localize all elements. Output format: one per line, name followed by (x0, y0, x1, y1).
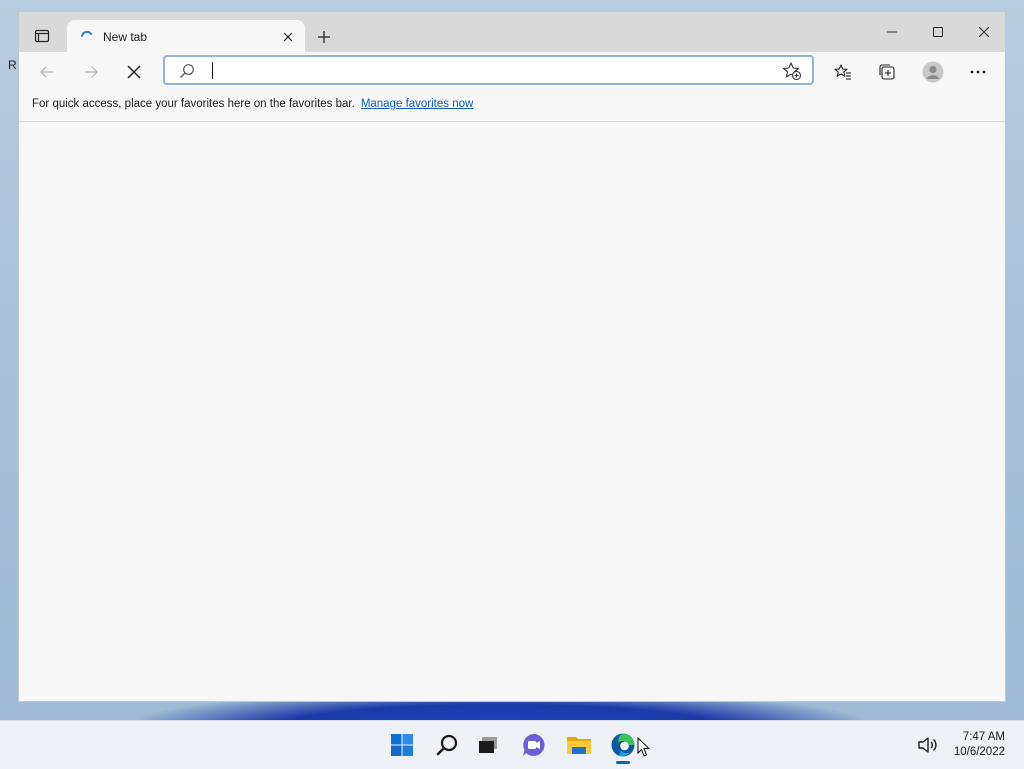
maximize-button[interactable] (915, 12, 961, 52)
address-input[interactable] (209, 60, 769, 80)
edge-icon (611, 733, 635, 757)
mouse-pointer-icon (637, 737, 651, 757)
profile-button[interactable] (917, 56, 949, 88)
plus-icon (318, 31, 330, 43)
forward-button[interactable] (75, 56, 107, 88)
close-icon (979, 27, 989, 37)
favorites-bar: For quick access, place your favorites h… (19, 90, 1005, 122)
title-bar: New tab (19, 12, 1005, 53)
search-icon (180, 64, 194, 78)
forward-icon (85, 66, 98, 78)
manage-favorites-link[interactable]: Manage favorites now (361, 98, 474, 110)
collections-icon (879, 64, 895, 80)
loading-spinner-icon (79, 29, 95, 45)
system-clock[interactable]: 7:47 AM 10/6/2022 (954, 730, 1005, 760)
start-icon (391, 734, 413, 756)
navigation-toolbar (19, 52, 1005, 90)
close-icon (283, 32, 293, 41)
window-close-button[interactable] (961, 12, 1005, 52)
file-explorer-button[interactable] (561, 727, 597, 763)
taskbar-search-button[interactable] (429, 727, 465, 763)
favorites-bar-message: For quick access, place your favorites h… (32, 98, 473, 110)
page-content (19, 122, 1005, 701)
new-tab-button[interactable] (311, 24, 337, 50)
taskbar: 7:47 AM 10/6/2022 (0, 720, 1024, 769)
teams-chat-button[interactable] (516, 727, 552, 763)
active-app-indicator (616, 761, 630, 764)
favorites-bar-text: For quick access, place your favorites h… (32, 98, 355, 110)
more-button[interactable] (962, 56, 994, 88)
search-icon (436, 734, 458, 756)
stop-button[interactable] (118, 56, 150, 88)
tab-close-button[interactable] (277, 26, 299, 48)
desktop-edge-glyph: R (8, 58, 17, 72)
clock-date: 10/6/2022 (953, 746, 1005, 758)
task-view-button[interactable] (470, 727, 506, 763)
tab-actions-icon (34, 29, 50, 43)
teams-chat-icon (523, 734, 545, 756)
favorites-button[interactable] (827, 56, 859, 88)
favorites-icon (834, 64, 851, 80)
star-add-icon[interactable] (782, 61, 802, 81)
edge-taskbar-button[interactable] (605, 727, 641, 764)
profile-icon (922, 61, 944, 83)
tab-title: New tab (103, 29, 148, 44)
minimize-icon (887, 31, 897, 33)
clock-time: 7:47 AM (962, 731, 1005, 743)
start-button[interactable] (384, 727, 420, 763)
back-icon (40, 66, 53, 78)
stop-icon (127, 65, 141, 79)
task-view-icon (479, 737, 497, 753)
back-button[interactable] (31, 56, 63, 88)
maximize-icon (933, 27, 943, 37)
collections-button[interactable] (871, 56, 903, 88)
text-caret (212, 62, 213, 79)
address-bar[interactable] (163, 55, 814, 85)
tab-new-tab[interactable]: New tab (67, 20, 305, 53)
tab-actions-button[interactable] (29, 23, 55, 49)
more-icon (970, 70, 986, 74)
minimize-button[interactable] (869, 12, 915, 52)
file-explorer-icon (567, 737, 591, 754)
browser-window: New tab For quick access, place your fav… (18, 11, 1006, 702)
volume-icon[interactable] (916, 733, 940, 757)
